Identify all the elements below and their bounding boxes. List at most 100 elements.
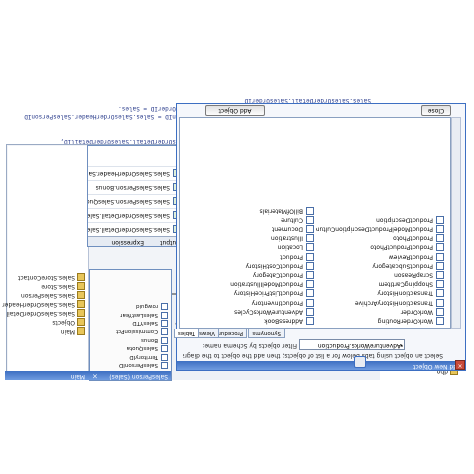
object-checkbox[interactable] bbox=[306, 215, 314, 224]
object-list-item[interactable]: WorkOrder bbox=[316, 307, 444, 316]
object-checkbox[interactable] bbox=[436, 215, 444, 224]
object-checkbox[interactable] bbox=[306, 271, 314, 280]
object-checkbox[interactable] bbox=[436, 271, 444, 280]
output-row[interactable]: Sales.SalesOrderHeader.SalesPersonID bbox=[88, 166, 184, 180]
object-name: ProductCategory bbox=[252, 271, 303, 279]
tree-item[interactable]: Sales.SalesOrderDetail bbox=[2, 309, 85, 318]
left-tree-header-label: Main bbox=[70, 373, 85, 380]
object-checkbox[interactable] bbox=[436, 234, 444, 243]
output-rows: Sales.SalesOrderDetail.SalesOrderID Sales… bbox=[88, 166, 184, 236]
object-checkbox[interactable] bbox=[436, 317, 444, 325]
tree-item[interactable]: Sales.SalesOrderHeader bbox=[2, 300, 85, 309]
table-column-row[interactable]: SalesLastYear bbox=[91, 310, 168, 319]
object-list-item[interactable]: ProductModelProductDescriptionCulture bbox=[316, 224, 444, 234]
object-checkbox[interactable] bbox=[436, 298, 444, 307]
tree-item[interactable]: Sales.StoreContact bbox=[2, 273, 85, 282]
object-list-item[interactable]: ProductDescription bbox=[316, 215, 444, 224]
object-checkbox[interactable] bbox=[306, 298, 314, 307]
table-column-row[interactable]: SalesPersonID bbox=[91, 361, 168, 369]
left-tree-panel: Main Main Objects Sales.SalesOrderDetail Sa… bbox=[2, 146, 89, 380]
object-list-scrollbar[interactable] bbox=[451, 117, 461, 329]
object-list-item[interactable]: Illustration bbox=[184, 233, 314, 243]
tree-item[interactable]: Main bbox=[2, 327, 85, 336]
column-checkbox[interactable] bbox=[161, 353, 168, 361]
object-checkbox[interactable] bbox=[436, 243, 444, 252]
object-list-item[interactable]: Culture bbox=[184, 215, 314, 224]
tab-synonyms[interactable]: Synonyms bbox=[248, 329, 285, 338]
table-column-row[interactable]: SalesQuota bbox=[91, 344, 168, 353]
table-column-row[interactable]: TerritoryID bbox=[91, 352, 168, 361]
output-expression: Sales.SalesPerson.Bonus bbox=[95, 184, 170, 191]
object-list-item[interactable]: ScrapReason bbox=[316, 270, 444, 280]
object-list-item[interactable]: ProductInventory bbox=[184, 297, 314, 307]
object-list[interactable]: AddressBook AdventureWorksCycles ProductIn… bbox=[179, 117, 451, 329]
object-list-item[interactable]: Product bbox=[184, 252, 314, 261]
object-list-item[interactable]: TransactionHistory bbox=[316, 288, 444, 298]
tree-item[interactable]: Sales.Store bbox=[2, 282, 85, 291]
object-list-item[interactable]: ProductListPriceHistory bbox=[184, 288, 314, 298]
object-name: Location bbox=[277, 244, 303, 251]
table-box-close-icon[interactable]: × bbox=[92, 371, 98, 380]
object-checkbox[interactable] bbox=[306, 289, 314, 298]
object-list-item[interactable]: ProductCategory bbox=[184, 270, 314, 280]
object-name: ProductModelIllustration bbox=[230, 280, 303, 288]
object-checkbox[interactable] bbox=[306, 234, 314, 243]
close-button[interactable]: Close bbox=[421, 105, 451, 116]
tree-item-label: Sales.SalesOrderHeader bbox=[2, 301, 75, 308]
object-list-item[interactable]: ProductModelIllustration bbox=[184, 279, 314, 289]
object-list-item[interactable]: WorkOrderRouting bbox=[316, 316, 444, 325]
table-column-row[interactable]: SalesYTD bbox=[91, 319, 168, 327]
object-list-item[interactable]: Location bbox=[184, 242, 314, 252]
object-checkbox[interactable] bbox=[436, 307, 444, 316]
add-object-button[interactable]: Add Object bbox=[205, 105, 265, 116]
object-checkbox[interactable] bbox=[436, 280, 444, 289]
tree-item[interactable]: Objects bbox=[2, 318, 85, 327]
object-list-item[interactable]: ProductPhoto bbox=[316, 233, 444, 243]
object-list-item[interactable]: AddressBook bbox=[184, 316, 314, 325]
schema-filter-input[interactable]: AdventureWorks.Production bbox=[299, 339, 405, 350]
column-checkbox[interactable] bbox=[161, 362, 168, 369]
schema-filter-chevron-icon[interactable]: ▾ bbox=[397, 342, 403, 348]
object-checkbox[interactable] bbox=[306, 307, 314, 316]
small-options-button[interactable] bbox=[354, 356, 366, 368]
object-checkbox[interactable] bbox=[306, 261, 314, 270]
object-checkbox[interactable] bbox=[306, 243, 314, 252]
object-checkbox[interactable] bbox=[306, 252, 314, 261]
object-checkbox[interactable] bbox=[306, 225, 314, 234]
folder-icon bbox=[77, 327, 85, 336]
object-checkbox[interactable] bbox=[436, 225, 444, 234]
object-checkbox[interactable] bbox=[306, 206, 314, 215]
object-list-item[interactable]: ProductReview bbox=[316, 252, 444, 261]
table-column-row[interactable]: Bonus bbox=[91, 335, 168, 344]
add-new-object-title: Add New Object bbox=[412, 363, 461, 370]
output-row[interactable]: Sales.SalesPerson.Bonus bbox=[88, 180, 184, 194]
output-row[interactable]: Sales.SalesOrderDetail.SalesOrderID bbox=[88, 222, 184, 236]
output-row[interactable]: Sales.SalesPerson.SalesQuota bbox=[88, 194, 184, 208]
object-checkbox[interactable] bbox=[436, 289, 444, 298]
output-grid[interactable]: Output Expression Sales.SalesOrderDetail… bbox=[87, 145, 185, 247]
table-box-sales-person[interactable]: SalesPerson (Sales) × SalesPersonID Territo… bbox=[85, 269, 172, 381]
object-checkbox[interactable] bbox=[306, 280, 314, 289]
object-list-item[interactable]: TransactionHistoryArchive bbox=[316, 297, 444, 307]
add-object-button-label: Add Object bbox=[218, 107, 252, 114]
tab-tables[interactable]: Tables bbox=[173, 329, 199, 338]
object-list-item[interactable]: BillOfMaterials bbox=[184, 206, 314, 215]
object-name: ProductProductPhoto bbox=[370, 244, 433, 251]
table-column-row[interactable]: CommissionPct bbox=[91, 327, 168, 336]
table-box-titlebar[interactable]: SalesPerson (Sales) bbox=[85, 371, 171, 380]
object-name: Culture bbox=[281, 216, 303, 224]
object-list-item[interactable]: Document bbox=[184, 224, 314, 234]
object-checkbox[interactable] bbox=[306, 317, 314, 325]
object-checkbox[interactable] bbox=[436, 261, 444, 270]
object-list-item[interactable]: ProductProductPhoto bbox=[316, 242, 444, 252]
schema-filter-value: AdventureWorks.Production bbox=[317, 342, 401, 349]
table-column-row[interactable]: rowguid bbox=[91, 302, 168, 311]
tree-item[interactable]: Sales.SalesPerson bbox=[2, 291, 85, 300]
object-checkbox[interactable] bbox=[436, 252, 444, 261]
output-row[interactable]: Sales.SalesOrderDetail.SalesOrderDetailI… bbox=[88, 208, 184, 222]
object-list-item[interactable]: ProductSubcategory bbox=[316, 261, 444, 270]
object-list-item[interactable]: ProductCostHistory bbox=[184, 261, 314, 270]
object-list-item[interactable]: ShoppingCartItem bbox=[316, 279, 444, 289]
object-list-item[interactable]: AdventureWorksCycles bbox=[184, 307, 314, 316]
dialog-close-icon[interactable]: × bbox=[455, 360, 465, 370]
